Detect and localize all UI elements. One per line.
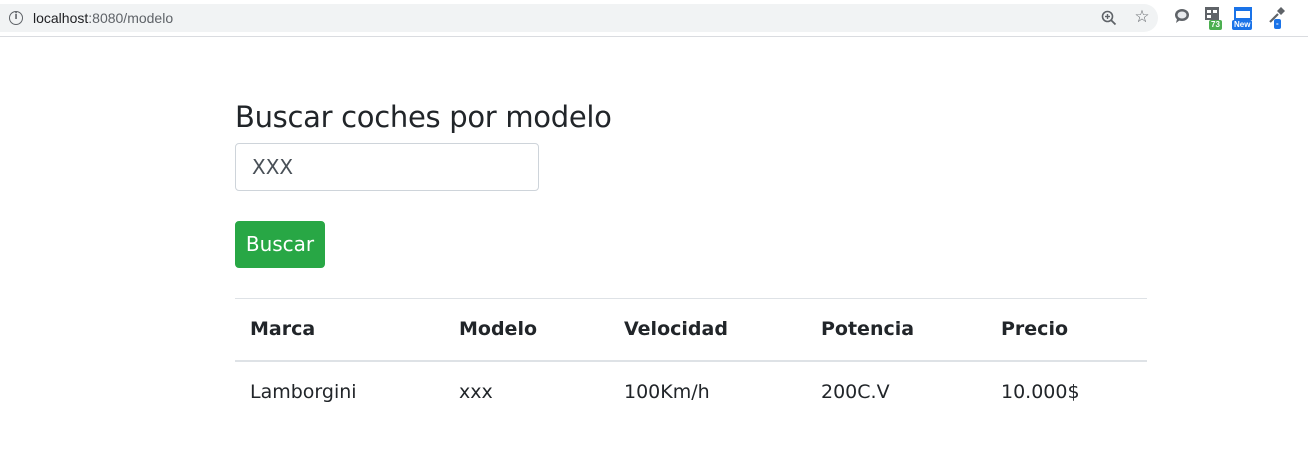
url-path: :8080/modelo [88,10,174,26]
column-header-modelo: Modelo [459,318,538,341]
model-search-input[interactable] [235,143,539,191]
column-header-precio: Precio [1001,318,1069,341]
url-text[interactable]: localhost:8080/modelo [33,10,173,26]
chat-bubble-icon[interactable] [1172,6,1194,30]
browser-toolbar: i localhost:8080/modelo ☆ 73 New - [0,0,1308,37]
column-header-marca: Marca [250,318,316,341]
window-extension-icon[interactable]: New [1232,6,1255,30]
column-header-potencia: Potencia [821,318,915,341]
results-table: Marca Modelo Velocidad Potencia Precio L… [235,298,1147,423]
search-button[interactable]: Buscar [235,221,325,268]
cell-modelo: xxx [459,381,493,403]
grid-extension-icon[interactable]: 73 [1204,6,1226,30]
cell-marca: Lamborgini [250,381,357,403]
cell-potencia: 200C.V [821,381,890,403]
page-title: Buscar coches por modelo [235,100,612,134]
extension-badge: 73 [1209,20,1222,30]
info-icon[interactable]: i [9,11,23,25]
cell-precio: 10.000$ [1001,381,1080,403]
address-bar[interactable]: i localhost:8080/modelo ☆ [0,4,1158,32]
zoom-icon[interactable] [1101,10,1117,26]
extension-badge: - [1274,19,1281,29]
eyedropper-icon[interactable]: - [1268,6,1290,30]
extension-badge: New [1232,20,1253,30]
cell-velocidad: 100Km/h [624,381,710,403]
url-host: localhost [33,10,89,26]
table-row: Lamborgini xxx 100Km/h 200C.V 10.000$ [235,361,1147,423]
column-header-velocidad: Velocidad [624,318,728,341]
bookmark-star-icon[interactable]: ☆ [1133,8,1151,26]
table-header-row: Marca Modelo Velocidad Potencia Precio [235,298,1147,361]
